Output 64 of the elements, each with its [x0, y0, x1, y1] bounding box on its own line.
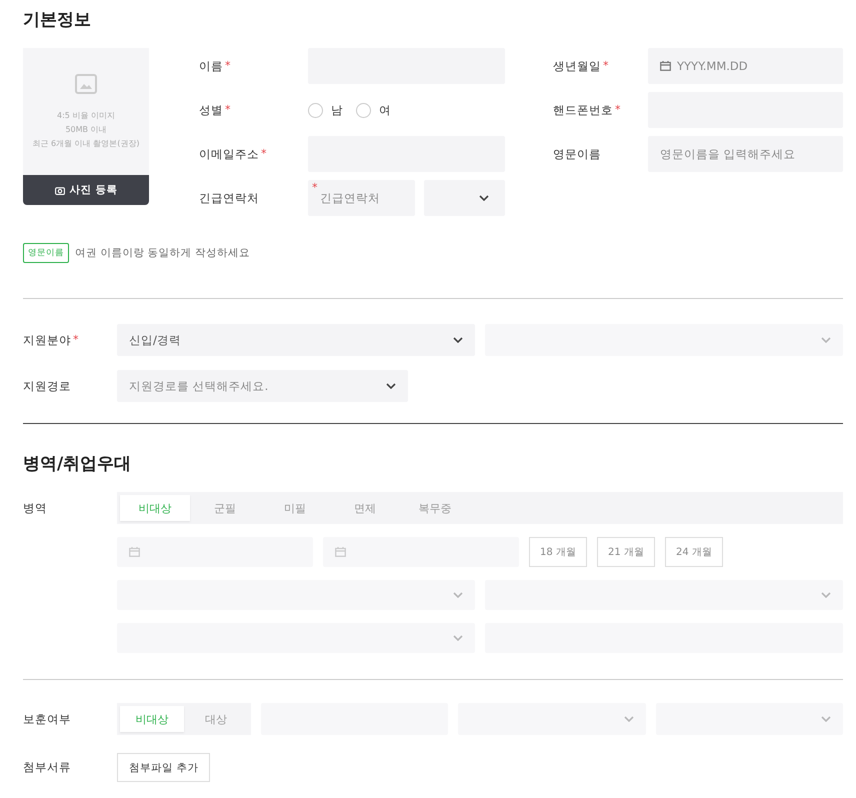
photo-hint: 50MB 이내 — [65, 124, 107, 136]
required-mark: * — [603, 58, 608, 72]
placeholder-text: YYYY.MM.DD — [677, 59, 748, 73]
required-mark: * — [225, 58, 230, 72]
field-label: 긴급연락처 — [199, 190, 259, 206]
segment-option[interactable]: 비대상 — [120, 706, 184, 732]
image-icon — [75, 74, 97, 94]
camera-icon — [54, 186, 65, 194]
required-mark: * — [261, 146, 266, 160]
field-label: 성별 — [199, 102, 223, 118]
contact-field[interactable]: * 긴급연락처 — [308, 180, 415, 216]
placeholder-text: 지원경로를 선택해주세요. — [129, 378, 268, 394]
radio-label: 남 — [331, 102, 343, 118]
chevron-down-icon — [386, 383, 396, 389]
chevron-down-icon — [453, 592, 463, 598]
field-label: 이름 — [199, 58, 223, 74]
field-label: 첨부서류 — [23, 760, 71, 775]
required-mark: * — [225, 102, 230, 116]
calendar-icon — [660, 61, 671, 71]
photo-upload-button[interactable]: 사진 등록 — [23, 175, 149, 205]
calendar-icon — [129, 547, 140, 557]
chevron-down-icon — [624, 716, 634, 722]
segment-option[interactable]: 복무중 — [400, 495, 470, 521]
radio-label: 여 — [379, 102, 391, 118]
date-field[interactable]: YYYY.MM.DD — [648, 48, 843, 84]
field-label: 이메일주소 — [199, 146, 259, 162]
photo-hint: 4:5 비율 이미지 — [57, 110, 115, 122]
segment-option[interactable]: 군필 — [190, 495, 260, 521]
section-title: 병역/취업우대 — [23, 453, 132, 475]
chevron-down-icon — [821, 592, 831, 598]
select-value: 신입/경력 — [129, 332, 181, 348]
chevron-down-icon — [453, 635, 463, 641]
field-label: 지원경로 — [23, 378, 71, 394]
field-label: 핸드폰번호 — [553, 102, 613, 118]
relation-select[interactable] — [424, 180, 505, 216]
calendar-icon — [335, 547, 346, 557]
tag: 영문이름 — [23, 243, 69, 263]
placeholder-text: 긴급연락처 — [320, 190, 380, 206]
segment-option[interactable]: 면제 — [330, 495, 400, 521]
field-label: 보훈여부 — [23, 712, 71, 726]
note-text: 여권 이름이랑 동일하게 작성하세요 — [75, 246, 250, 260]
required-mark: * — [312, 181, 318, 194]
field-label: 병역 — [23, 500, 47, 516]
photo-hint: 최근 6개월 이내 촬영본(권장) — [32, 138, 140, 150]
chevron-down-icon — [453, 337, 463, 343]
required-mark: * — [73, 332, 78, 346]
chevron-down-icon — [479, 195, 489, 201]
required-mark: * — [615, 102, 620, 116]
segment-option[interactable]: 대상 — [184, 706, 248, 732]
field-label: 영문이름 — [553, 146, 601, 162]
segment-option[interactable]: 미필 — [260, 495, 330, 521]
field-label: 지원분야 — [23, 332, 71, 348]
section-title: 기본정보 — [23, 9, 92, 31]
radio-button[interactable] — [308, 102, 323, 118]
segment-option[interactable]: 비대상 — [120, 495, 190, 521]
radio-button[interactable] — [356, 102, 371, 118]
add-attachment-button[interactable]: 첨부파일 추가 — [117, 753, 210, 782]
text-field[interactable]: 영문이름을 입력해주세요 — [648, 136, 843, 172]
chevron-down-icon — [820, 716, 831, 722]
chevron-down-icon — [821, 337, 831, 343]
select-field[interactable]: 신입/경력 — [117, 324, 475, 356]
select-field[interactable]: 지원경로를 선택해주세요. — [117, 370, 408, 402]
placeholder-text: 영문이름을 입력해주세요 — [660, 146, 796, 162]
field-label: 생년월일 — [553, 58, 601, 74]
